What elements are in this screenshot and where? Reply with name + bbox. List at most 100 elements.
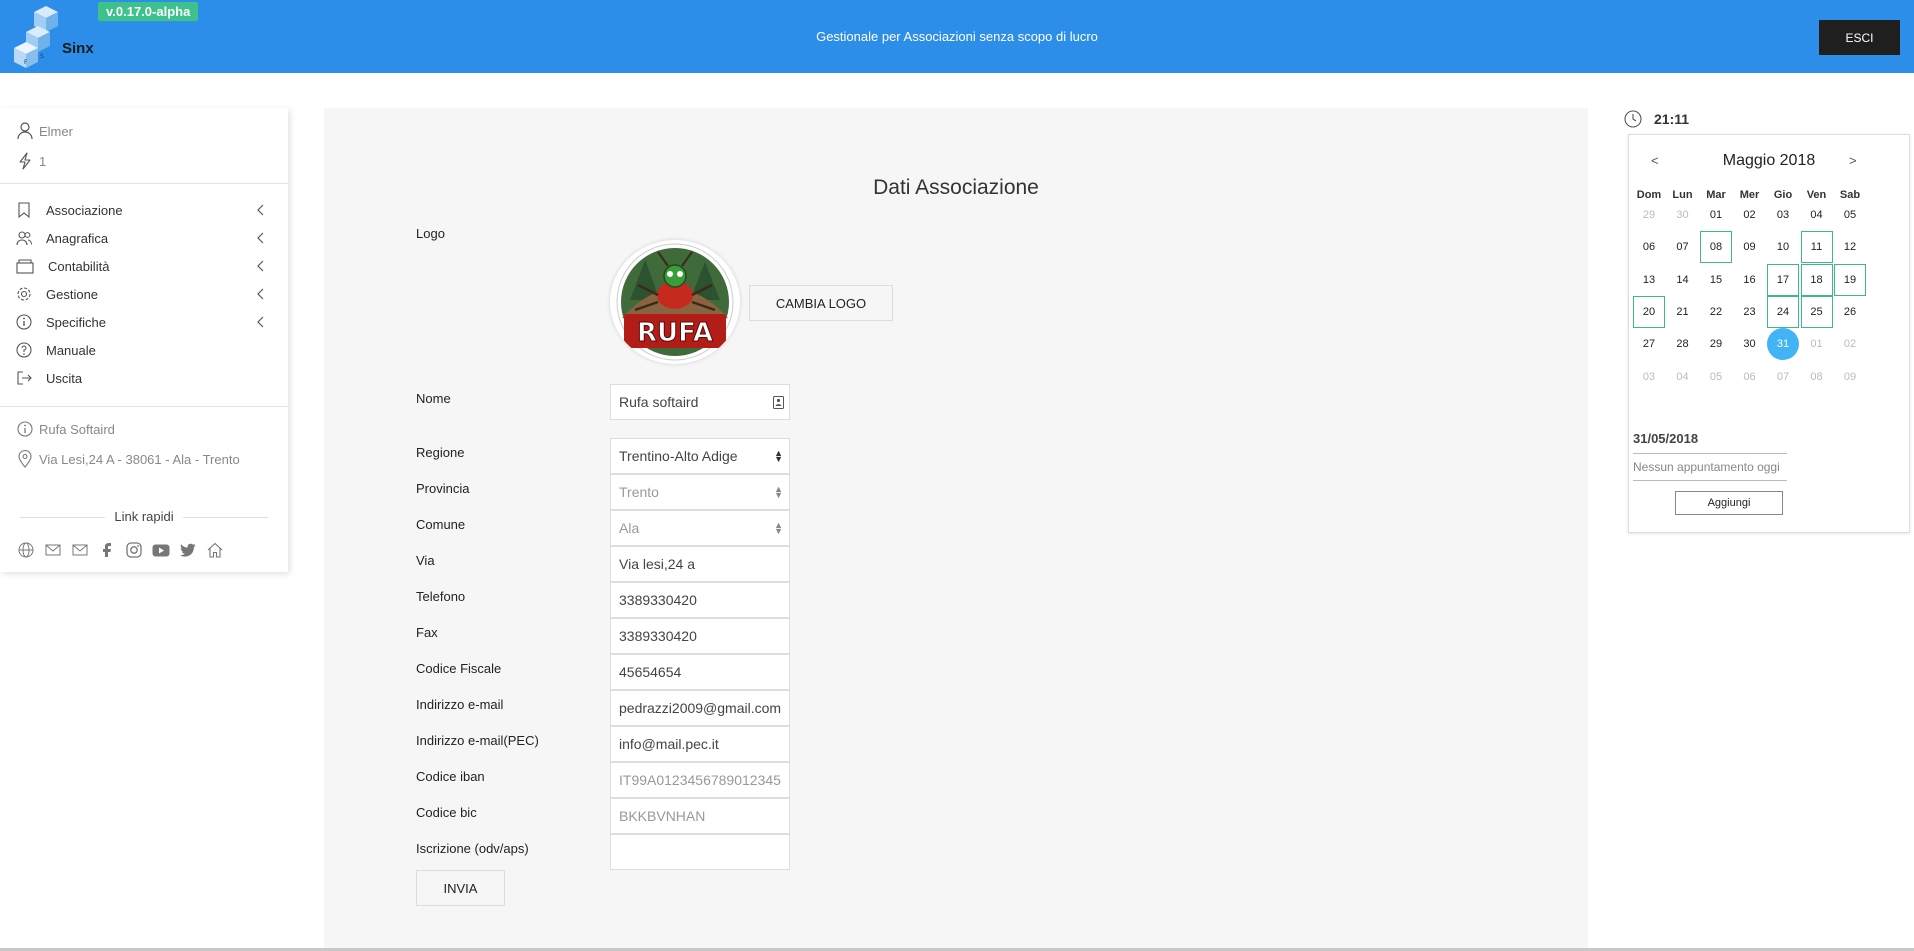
calendar-day[interactable]: 07 bbox=[1767, 361, 1799, 393]
app-subtitle: Gestionale per Associazioni senza scopo … bbox=[816, 29, 1098, 44]
calendar-day[interactable]: 04 bbox=[1801, 199, 1833, 231]
calendar-day[interactable]: 08 bbox=[1801, 361, 1833, 393]
codice-fiscale-input[interactable]: 45654654 bbox=[610, 654, 790, 690]
calendar-day[interactable]: 29 bbox=[1633, 199, 1665, 231]
social-links bbox=[16, 541, 224, 559]
provincia-label: Provincia bbox=[416, 481, 470, 496]
pec-input[interactable]: info@mail.pec.it bbox=[610, 726, 790, 762]
app-header: F S Sinx v.0.17.0-alpha Gestionale per A… bbox=[0, 0, 1914, 73]
user-row: Elmer bbox=[17, 122, 73, 140]
calendar-day[interactable]: 01 bbox=[1700, 199, 1732, 231]
sidebar-item-contabilita[interactable]: Contabilità bbox=[16, 253, 268, 279]
home-icon[interactable] bbox=[205, 541, 224, 559]
calendar-day[interactable]: 12 bbox=[1834, 231, 1866, 263]
calendar-day[interactable]: 10 bbox=[1767, 231, 1799, 263]
nome-input[interactable]: Rufa softaird bbox=[610, 384, 790, 420]
comune-select[interactable]: Ala ▲ ▼ bbox=[610, 510, 790, 546]
bic-input[interactable]: BKKBVNHAN bbox=[610, 798, 790, 834]
calendar-next-button[interactable]: > bbox=[1849, 153, 1857, 168]
regione-label: Regione bbox=[416, 445, 465, 460]
mail-alt-icon[interactable] bbox=[70, 541, 89, 559]
ant-logo-icon: RUFA bbox=[616, 243, 734, 361]
calendar-day[interactable]: 09 bbox=[1734, 231, 1766, 263]
youtube-icon[interactable] bbox=[151, 541, 170, 559]
svg-text:S: S bbox=[40, 53, 44, 60]
select-arrows-icon: ▲ ▼ bbox=[774, 520, 783, 536]
via-value: Via lesi,24 a bbox=[619, 556, 696, 572]
calendar-day[interactable]: 05 bbox=[1700, 361, 1732, 393]
calendar-day[interactable]: 09 bbox=[1834, 361, 1866, 393]
assoc-address: Via Lesi,24 A - 38061 - Ala - Trento bbox=[39, 451, 240, 467]
calendar-day[interactable]: 01 bbox=[1801, 328, 1833, 360]
sidebar-item-label: Uscita bbox=[46, 370, 83, 386]
pec-value: info@mail.pec.it bbox=[619, 736, 719, 752]
sidebar-item-specifiche[interactable]: Specifiche bbox=[16, 309, 268, 335]
calendar-day[interactable]: 15 bbox=[1700, 264, 1732, 296]
instagram-icon[interactable] bbox=[124, 541, 143, 559]
calendar-day[interactable]: 06 bbox=[1633, 231, 1665, 263]
sidebar-item-label: Gestione bbox=[46, 286, 99, 302]
calendar-day[interactable]: 30 bbox=[1667, 199, 1699, 231]
add-appointment-button[interactable]: Aggiungi bbox=[1675, 491, 1783, 515]
iscrizione-input[interactable] bbox=[610, 834, 790, 870]
calendar-day[interactable]: 27 bbox=[1633, 328, 1665, 360]
iban-input[interactable]: IT99A0123456789012345 bbox=[610, 762, 790, 798]
logout-button[interactable]: ESCI bbox=[1819, 20, 1900, 55]
version-badge: v.0.17.0-alpha bbox=[98, 2, 199, 21]
regione-select[interactable]: Trentino-Alto Adige ▲ ▼ bbox=[610, 438, 790, 474]
via-input[interactable]: Via lesi,24 a bbox=[610, 546, 790, 582]
sidebar-item-uscita[interactable]: Uscita bbox=[16, 365, 268, 391]
calendar-day[interactable]: 30 bbox=[1734, 328, 1766, 360]
calendar-day[interactable]: 18 bbox=[1800, 263, 1833, 296]
calendar-day[interactable]: 14 bbox=[1667, 264, 1699, 296]
chevron-left-icon bbox=[257, 232, 264, 244]
calendar-day[interactable]: 13 bbox=[1633, 264, 1665, 296]
appointments-text: Nessun appuntamento oggi bbox=[1633, 460, 1780, 474]
change-logo-button[interactable]: CAMBIA LOGO bbox=[749, 285, 893, 321]
twitter-icon[interactable] bbox=[178, 541, 197, 559]
sidebar-item-gestione[interactable]: Gestione bbox=[16, 281, 268, 307]
calendar-day[interactable]: 02 bbox=[1834, 328, 1866, 360]
calendar-day[interactable]: 06 bbox=[1734, 361, 1766, 393]
provincia-select[interactable]: Trento ▲ ▼ bbox=[610, 474, 790, 510]
calendar-day[interactable]: 31 bbox=[1767, 328, 1799, 361]
calendar-day[interactable]: 07 bbox=[1667, 231, 1699, 263]
calendar-day[interactable]: 19 bbox=[1834, 263, 1866, 296]
calendar-day[interactable]: 05 bbox=[1834, 199, 1866, 231]
calendar-day[interactable]: 28 bbox=[1667, 328, 1699, 360]
sidebar-item-associazione[interactable]: Associazione bbox=[16, 197, 268, 223]
calendar-day[interactable]: 21 bbox=[1667, 296, 1699, 328]
submit-button[interactable]: INVIA bbox=[416, 870, 505, 906]
fax-input[interactable]: 3389330420 bbox=[610, 618, 790, 654]
email-input[interactable]: pedrazzi2009@gmail.com bbox=[610, 690, 790, 726]
chevron-left-icon bbox=[257, 260, 264, 272]
calendar-day[interactable]: 03 bbox=[1767, 199, 1799, 231]
calendar-day[interactable]: 04 bbox=[1667, 361, 1699, 393]
calendar-day[interactable]: 23 bbox=[1734, 296, 1766, 328]
calendar-day[interactable]: 17 bbox=[1767, 263, 1799, 296]
logo-wordmark: RUFA bbox=[637, 318, 713, 348]
sidebar-item-anagrafica[interactable]: Anagrafica bbox=[16, 225, 268, 251]
calendar-day[interactable]: 03 bbox=[1633, 361, 1665, 393]
facebook-icon[interactable] bbox=[97, 541, 116, 559]
calendar-day[interactable]: 24 bbox=[1767, 295, 1799, 328]
calendar-day[interactable]: 25 bbox=[1800, 295, 1833, 328]
calendar-day[interactable]: 20 bbox=[1633, 295, 1665, 328]
calendar-month-title: Maggio 2018 bbox=[1722, 152, 1816, 169]
main-panel: Dati Associazione Logo RUFA CAMBIA LOGO … bbox=[324, 108, 1588, 951]
level-row: 1 bbox=[17, 152, 46, 170]
sidebar-item-manuale[interactable]: Manuale bbox=[16, 337, 268, 363]
telefono-input[interactable]: 3389330420 bbox=[610, 582, 790, 618]
calendar-day[interactable]: 11 bbox=[1800, 231, 1833, 264]
calendar-day[interactable]: 16 bbox=[1734, 264, 1766, 296]
calendar-day[interactable]: 02 bbox=[1734, 199, 1766, 231]
iban-placeholder: IT99A0123456789012345 bbox=[619, 772, 781, 788]
mail-icon[interactable] bbox=[43, 541, 62, 559]
calendar-day[interactable]: 29 bbox=[1700, 328, 1732, 360]
provincia-value: Trento bbox=[619, 484, 659, 500]
calendar-day[interactable]: 22 bbox=[1700, 296, 1732, 328]
globe-icon[interactable] bbox=[16, 541, 35, 559]
association-logo: RUFA bbox=[610, 240, 740, 364]
calendar-day[interactable]: 26 bbox=[1834, 296, 1866, 328]
calendar-day[interactable]: 08 bbox=[1700, 231, 1732, 264]
